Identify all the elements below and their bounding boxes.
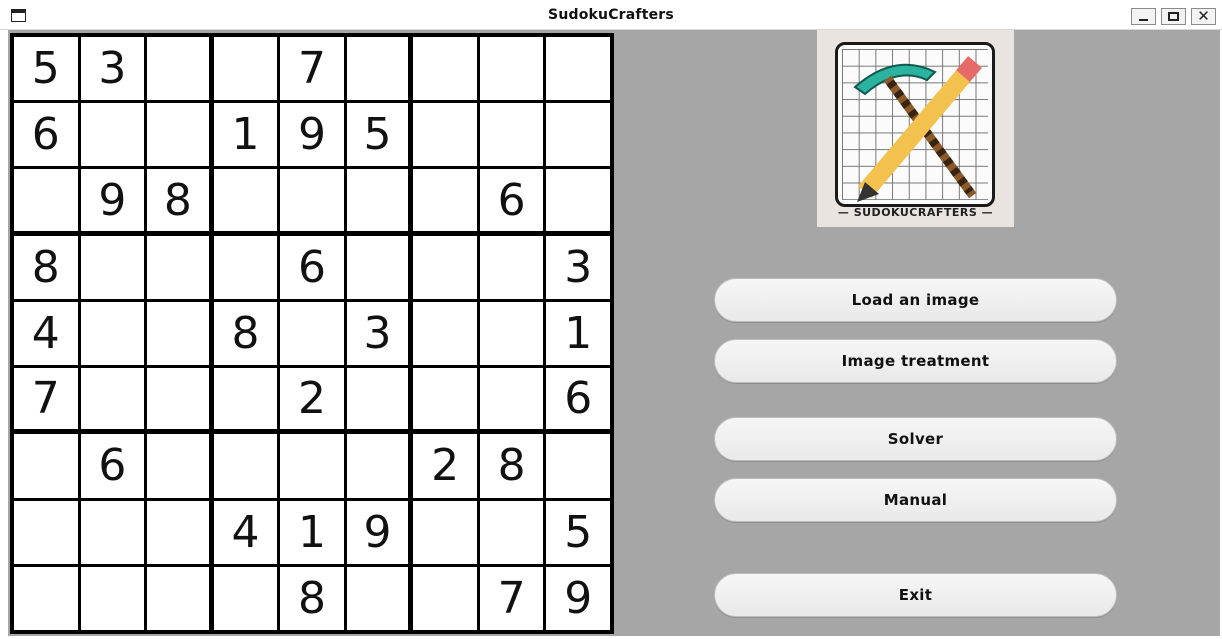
sudoku-cell[interactable] — [546, 37, 610, 101]
logo-caption: — SUDOKUCRAFTERS — — [837, 206, 994, 219]
maximize-icon — [1168, 12, 1179, 21]
load-image-button[interactable]: Load an image — [714, 278, 1117, 322]
sudoku-cell[interactable] — [479, 500, 544, 564]
pickaxe-pencil-logo — [853, 56, 982, 202]
sudoku-cell[interactable] — [147, 37, 209, 101]
sudoku-cell[interactable] — [147, 434, 209, 498]
sudoku-cell[interactable] — [14, 169, 78, 231]
sudoku-cell[interactable] — [346, 37, 409, 101]
sudoku-cell[interactable] — [147, 500, 209, 564]
sudoku-cell[interactable] — [147, 103, 209, 167]
sudoku-cell[interactable] — [14, 566, 78, 630]
sudoku-cell[interactable]: 9 — [546, 566, 610, 630]
sudoku-cell[interactable] — [413, 500, 477, 564]
sudoku-cell[interactable] — [80, 368, 145, 430]
sudoku-cell[interactable] — [80, 566, 145, 630]
sudoku-cell[interactable] — [413, 37, 477, 101]
sudoku-cell[interactable]: 8 — [14, 235, 78, 299]
sudoku-cell[interactable]: 1 — [546, 301, 610, 366]
sudoku-cell[interactable]: 1 — [280, 500, 344, 564]
sudoku-cell[interactable] — [479, 368, 544, 430]
sudoku-cell[interactable] — [346, 566, 409, 630]
sudoku-cell[interactable] — [546, 434, 610, 498]
sudoku-cell[interactable]: 3 — [80, 37, 145, 101]
sudoku-cell[interactable] — [346, 434, 409, 498]
sudoku-cell[interactable] — [413, 235, 477, 299]
sudoku-cell[interactable] — [213, 368, 278, 430]
sudoku-cell[interactable] — [147, 368, 209, 430]
sudoku-cell[interactable]: 4 — [14, 301, 78, 366]
sudoku-cell[interactable]: 2 — [280, 368, 344, 430]
sudoku-cell[interactable] — [213, 235, 278, 299]
sudoku-cell[interactable]: 6 — [479, 169, 544, 231]
sudoku-cell[interactable] — [147, 301, 209, 366]
sudoku-cell[interactable]: 3 — [546, 235, 610, 299]
sudoku-cell[interactable]: 2 — [413, 434, 477, 498]
solver-button[interactable]: Solver — [714, 417, 1117, 461]
sudoku-cell[interactable] — [413, 566, 477, 630]
sudoku-cell[interactable]: 6 — [80, 434, 145, 498]
sudoku-cell[interactable] — [14, 500, 78, 564]
sudoku-cell[interactable] — [14, 434, 78, 498]
sudoku-cell[interactable] — [147, 235, 209, 299]
sudoku-cell[interactable]: 7 — [14, 368, 78, 430]
sudoku-cell[interactable] — [479, 235, 544, 299]
sudoku-cell[interactable] — [80, 235, 145, 299]
sudoku-cell[interactable]: 8 — [479, 434, 544, 498]
sudoku-cell[interactable] — [413, 368, 477, 430]
sudoku-cell[interactable] — [80, 500, 145, 564]
sudoku-cell[interactable] — [479, 37, 544, 101]
sudoku-cell[interactable]: 9 — [80, 169, 145, 231]
maximize-button[interactable] — [1161, 8, 1186, 25]
sudoku-cell[interactable]: 1 — [213, 103, 278, 167]
sudoku-cell[interactable]: 3 — [346, 301, 409, 366]
sudoku-cell[interactable]: 5 — [14, 37, 78, 101]
sudoku-cell[interactable] — [413, 169, 477, 231]
sudoku-cell[interactable]: 7 — [280, 37, 344, 101]
sudoku-cell[interactable]: 6 — [280, 235, 344, 299]
sudoku-cell[interactable] — [346, 235, 409, 299]
sudoku-cell[interactable]: 8 — [147, 169, 209, 231]
exit-button[interactable]: Exit — [714, 573, 1117, 617]
sudoku-cell[interactable] — [346, 169, 409, 231]
sudoku-board: 537619598686348317266284195879 — [10, 33, 614, 634]
sudoku-cell[interactable] — [213, 566, 278, 630]
sudoku-cell[interactable]: 9 — [280, 103, 344, 167]
sudoku-cell[interactable] — [280, 301, 344, 366]
sudoku-cell[interactable]: 6 — [546, 368, 610, 430]
sudoku-cell[interactable]: 9 — [346, 500, 409, 564]
sudoku-cell[interactable]: 8 — [213, 301, 278, 366]
sudoku-cell[interactable] — [213, 37, 278, 101]
window-title: SudokuCrafters — [548, 7, 674, 23]
sudoku-cell[interactable] — [413, 301, 477, 366]
logo-grid — [835, 42, 995, 207]
sudoku-cell[interactable] — [546, 169, 610, 231]
manual-button[interactable]: Manual — [714, 478, 1117, 522]
minimize-icon — [1139, 19, 1148, 21]
sudoku-cell[interactable] — [479, 103, 544, 167]
sudoku-cell[interactable]: 8 — [280, 566, 344, 630]
close-button[interactable]: ✕ — [1191, 8, 1216, 25]
sudoku-cell[interactable] — [80, 301, 145, 366]
close-icon: ✕ — [1197, 7, 1210, 25]
sudoku-cell[interactable]: 5 — [346, 103, 409, 167]
sudoku-cell[interactable] — [147, 566, 209, 630]
minimize-button[interactable] — [1131, 8, 1156, 25]
sudoku-cell[interactable] — [213, 434, 278, 498]
logo-image: — SUDOKUCRAFTERS — — [817, 30, 1014, 227]
sudoku-cell[interactable] — [213, 169, 278, 231]
sudoku-cell[interactable]: 7 — [479, 566, 544, 630]
image-treatment-button[interactable]: Image treatment — [714, 339, 1117, 383]
sudoku-cell[interactable] — [479, 301, 544, 366]
sudoku-cell[interactable]: 5 — [546, 500, 610, 564]
sudoku-cell[interactable] — [346, 368, 409, 430]
sudoku-cell[interactable]: 6 — [14, 103, 78, 167]
sudoku-cell[interactable]: 4 — [213, 500, 278, 564]
sudoku-cell[interactable] — [80, 103, 145, 167]
sudoku-cell[interactable] — [413, 103, 477, 167]
sudoku-cell[interactable] — [280, 434, 344, 498]
sudoku-cell[interactable] — [280, 169, 344, 231]
sudoku-cell[interactable] — [546, 103, 610, 167]
window-titlebar: SudokuCrafters ✕ — [0, 0, 1222, 30]
